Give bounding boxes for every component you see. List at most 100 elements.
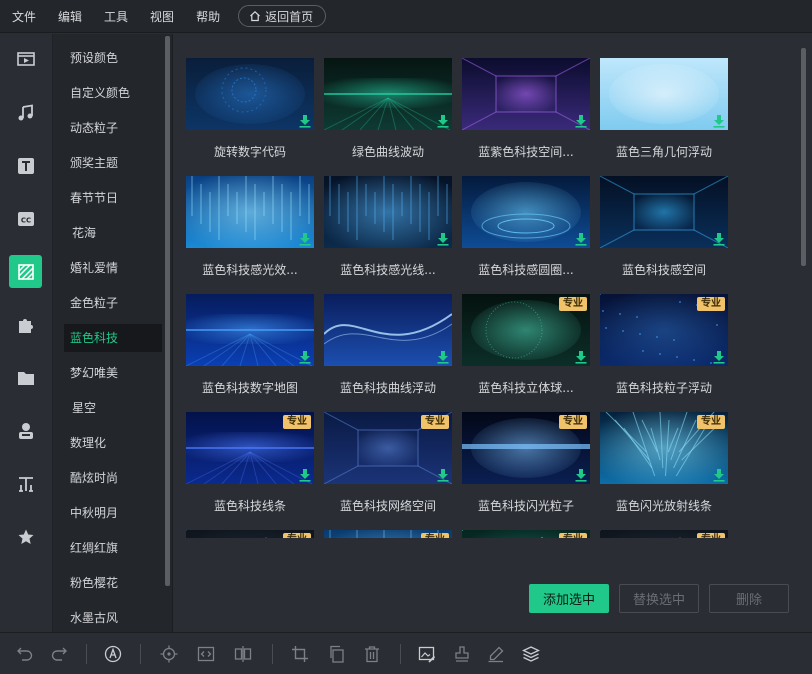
grid-scrollbar[interactable] — [801, 48, 806, 266]
template-tile[interactable]: 蓝色科技感空间 — [600, 176, 728, 278]
download-icon[interactable] — [574, 232, 588, 246]
template-thumbnail[interactable] — [186, 58, 314, 130]
download-icon[interactable] — [298, 468, 312, 482]
download-icon[interactable] — [574, 350, 588, 364]
template-thumbnail[interactable] — [324, 58, 452, 130]
template-tile[interactable]: 蓝色科技感圆圈... — [462, 176, 590, 278]
category-item[interactable]: 颁奖主题 — [64, 149, 162, 177]
download-icon[interactable] — [712, 232, 726, 246]
music-icon[interactable] — [9, 96, 42, 129]
text-icon[interactable] — [9, 149, 42, 182]
category-item[interactable]: 星空 — [64, 394, 162, 422]
template-thumbnail[interactable]: 专业 — [462, 412, 590, 484]
template-tile[interactable]: 旋转数字代码 — [186, 58, 314, 160]
template-tile[interactable]: 专业 — [186, 530, 314, 538]
template-tile[interactable]: 专业 蓝色科技线条 — [186, 412, 314, 514]
download-icon[interactable] — [298, 114, 312, 128]
caption-icon[interactable]: CC — [9, 202, 42, 235]
menu-help[interactable]: 帮助 — [196, 8, 220, 25]
category-item[interactable]: 动态粒子 — [64, 114, 162, 142]
delete-button[interactable]: 删除 — [709, 584, 789, 613]
replace-selected-button[interactable]: 替换选中 — [619, 584, 699, 613]
category-item[interactable]: 春节节日 — [64, 184, 162, 212]
template-tile[interactable]: 专业 — [462, 530, 590, 538]
category-item[interactable]: 自定义颜色 — [64, 79, 162, 107]
undo-icon[interactable] — [15, 644, 35, 664]
template-thumbnail[interactable]: 专业 — [186, 412, 314, 484]
background-icon[interactable] — [9, 255, 42, 288]
template-tile[interactable]: 蓝色科技曲线浮动 — [324, 294, 452, 396]
trash-icon[interactable] — [362, 644, 382, 664]
template-tile[interactable]: 专业 蓝色闪光放射线条 — [600, 412, 728, 514]
template-thumbnail[interactable]: 专业 — [600, 294, 728, 366]
media-icon[interactable] — [9, 42, 42, 75]
template-thumbnail[interactable]: 专业 — [600, 412, 728, 484]
template-thumbnail[interactable]: 专业 — [324, 412, 452, 484]
menu-view[interactable]: 视图 — [150, 8, 174, 25]
template-thumbnail[interactable] — [324, 294, 452, 366]
download-icon[interactable] — [436, 114, 450, 128]
template-tile[interactable]: 蓝色三角几何浮动 — [600, 58, 728, 160]
pencil-icon[interactable] — [486, 644, 506, 664]
category-item[interactable]: 红绸红旗 — [64, 534, 162, 562]
template-thumbnail[interactable]: 专业 — [324, 530, 452, 538]
stamp-icon[interactable] — [452, 644, 472, 664]
template-thumbnail[interactable] — [186, 176, 314, 248]
template-tile[interactable]: 绿色曲线波动 — [324, 58, 452, 160]
template-thumbnail[interactable] — [600, 58, 728, 130]
character-icon[interactable] — [9, 414, 42, 447]
download-icon[interactable] — [298, 232, 312, 246]
template-tile[interactable]: 专业 蓝色科技闪光粒子 — [462, 412, 590, 514]
download-icon[interactable] — [712, 468, 726, 482]
template-tile[interactable]: 蓝色科技感光线... — [324, 176, 452, 278]
category-item[interactable]: 花海 — [64, 219, 162, 247]
template-tile[interactable]: 蓝紫色科技空间... — [462, 58, 590, 160]
add-selected-button[interactable]: 添加选中 — [529, 584, 609, 613]
category-item[interactable]: 酷炫时尚 — [64, 464, 162, 492]
template-tile[interactable]: 专业 蓝色科技立体球... — [462, 294, 590, 396]
code-icon[interactable] — [196, 644, 216, 664]
favorite-icon[interactable] — [9, 520, 42, 553]
download-icon[interactable] — [574, 468, 588, 482]
template-thumbnail[interactable]: 专业 — [462, 294, 590, 366]
template-tile[interactable]: 专业 蓝色科技网络空间 — [324, 412, 452, 514]
category-scrollbar[interactable] — [165, 36, 170, 586]
image-edit-icon[interactable] — [417, 644, 437, 664]
download-icon[interactable] — [436, 232, 450, 246]
template-tile[interactable]: 蓝色科技数字地图 — [186, 294, 314, 396]
template-thumbnail[interactable] — [600, 176, 728, 248]
template-thumbnail[interactable] — [186, 294, 314, 366]
template-tile[interactable]: 专业 — [600, 530, 728, 538]
template-tile[interactable]: 专业 蓝色科技粒子浮动 — [600, 294, 728, 396]
layers-icon[interactable] — [521, 644, 541, 664]
template-thumbnail[interactable]: 专业 — [600, 530, 728, 538]
download-icon[interactable] — [574, 114, 588, 128]
category-item[interactable]: 梦幻唯美 — [64, 359, 162, 387]
copy-icon[interactable] — [327, 644, 347, 664]
download-icon[interactable] — [298, 350, 312, 364]
locate-icon[interactable] — [159, 644, 179, 664]
template-tile[interactable]: 蓝色科技感光效... — [186, 176, 314, 278]
folder-icon[interactable] — [9, 361, 42, 394]
template-thumbnail[interactable]: 专业 — [462, 530, 590, 538]
menu-tools[interactable]: 工具 — [104, 8, 128, 25]
template-thumbnail[interactable] — [462, 176, 590, 248]
home-button[interactable]: 返回首页 — [238, 5, 327, 27]
crop-icon[interactable] — [290, 644, 310, 664]
plugin-icon[interactable] — [9, 308, 42, 341]
category-item[interactable]: 数理化 — [64, 429, 162, 457]
download-icon[interactable] — [436, 468, 450, 482]
download-icon[interactable] — [712, 350, 726, 364]
category-item[interactable]: 金色粒子 — [64, 289, 162, 317]
category-item[interactable]: 粉色樱花 — [64, 569, 162, 597]
category-item[interactable]: 预设颜色 — [64, 44, 162, 72]
menu-file[interactable]: 文件 — [12, 8, 36, 25]
template-thumbnail[interactable]: 专业 — [186, 530, 314, 538]
template-tile[interactable]: 专业 — [324, 530, 452, 538]
template-thumbnail[interactable] — [462, 58, 590, 130]
redo-icon[interactable] — [49, 644, 69, 664]
download-icon[interactable] — [712, 114, 726, 128]
category-item[interactable]: 水墨古风 — [64, 604, 162, 632]
template-thumbnail[interactable] — [324, 176, 452, 248]
title-icon[interactable] — [9, 467, 42, 500]
